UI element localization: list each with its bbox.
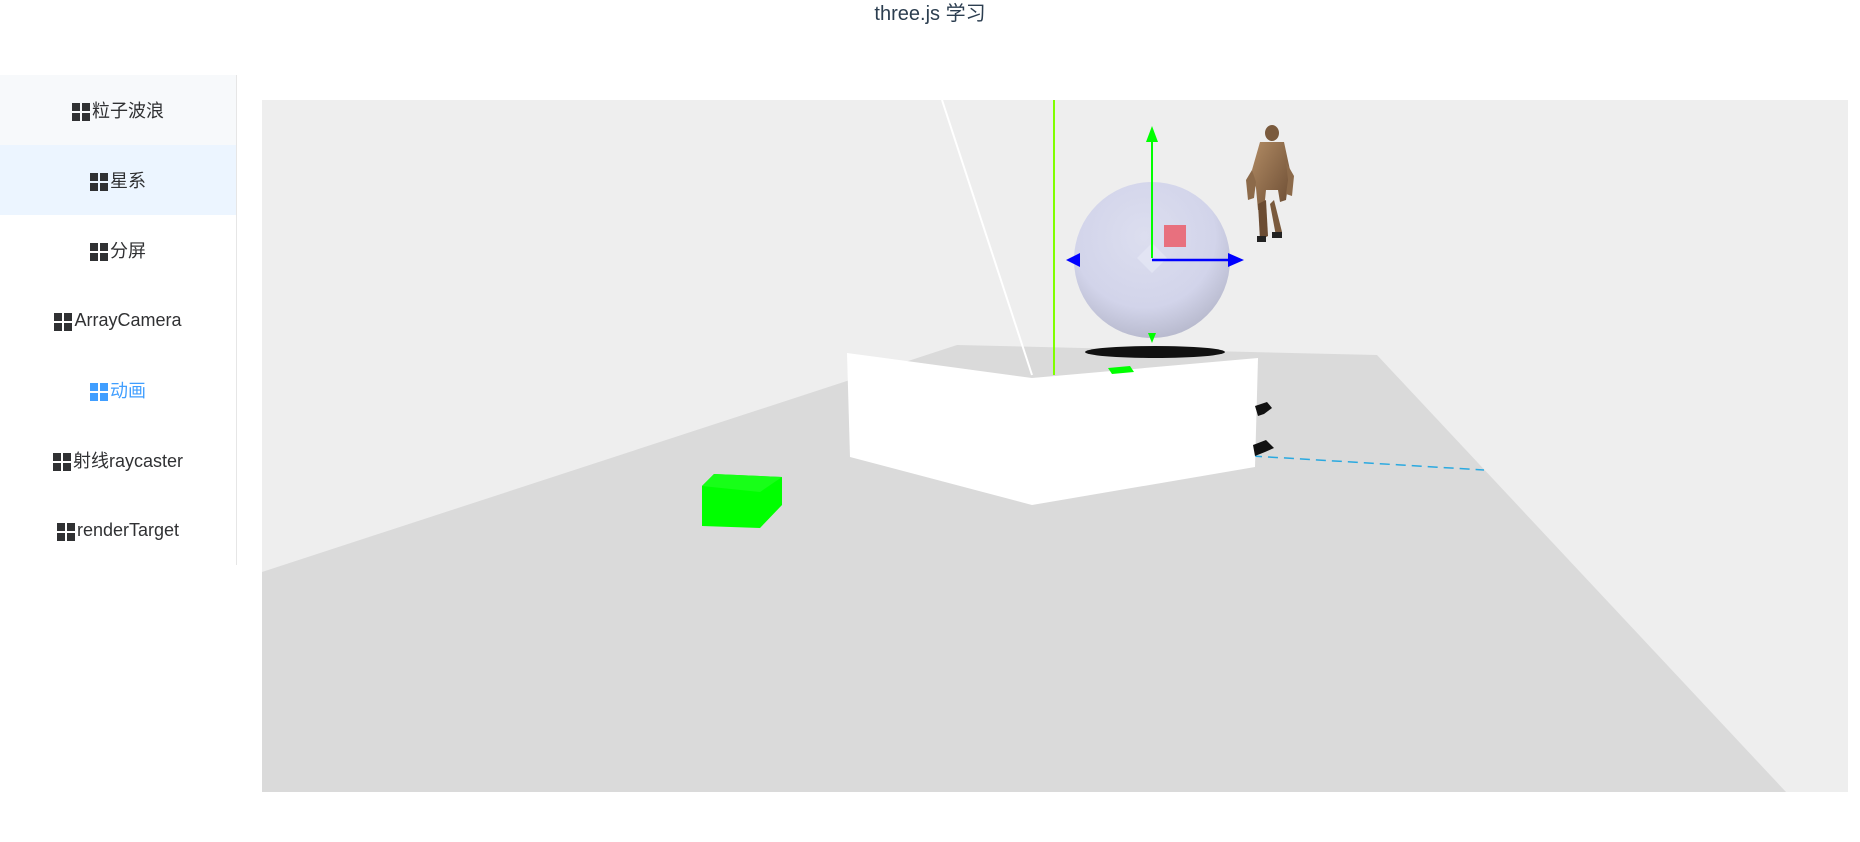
sidebar-item-label: 射线raycaster — [72, 451, 184, 471]
sphere-shadow — [1085, 346, 1225, 358]
grid-icon — [90, 383, 108, 401]
webgl-canvas[interactable] — [262, 100, 1848, 792]
sidebar-item-label: 分屏 — [110, 241, 146, 261]
grid-icon — [52, 453, 71, 471]
sidebar-item-label: ArrayCamera — [74, 309, 182, 330]
grid-icon — [56, 523, 75, 541]
sidebar-item-raycaster[interactable]: 射线raycaster — [0, 425, 236, 495]
grid-icon — [54, 313, 73, 331]
grid-icon — [90, 243, 108, 261]
sidebar-item-label: 动画 — [110, 381, 146, 401]
sidebar-item-particle-wave[interactable]: 粒子波浪 — [0, 75, 236, 145]
sidebar-item-split-screen[interactable]: 分屏 — [0, 215, 236, 285]
sidebar-item-label: 星系 — [110, 171, 146, 191]
grid-icon — [90, 173, 108, 191]
sidebar-item-render-target[interactable]: renderTarget — [0, 495, 236, 565]
page-title: three.js 学习 — [874, 3, 986, 25]
sidebar-item-label: renderTarget — [76, 519, 180, 540]
sidebar-menu: 粒子波浪 星系 分屏 ArrayCamera 动画 射线raycaster re… — [0, 75, 237, 565]
grid-icon — [72, 103, 90, 121]
sidebar-item-galaxy[interactable]: 星系 — [0, 145, 236, 215]
marker-square — [1164, 225, 1186, 247]
sidebar-item-label: 粒子波浪 — [92, 101, 164, 121]
sidebar-item-array-camera[interactable]: ArrayCamera — [0, 285, 236, 355]
sidebar-item-animation[interactable]: 动画 — [0, 355, 236, 425]
